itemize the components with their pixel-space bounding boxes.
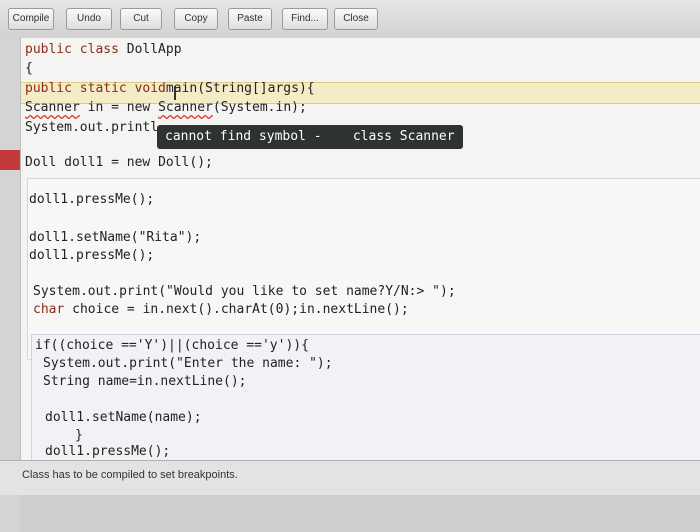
code-text: doll1.setName("Rita");	[29, 230, 202, 245]
code-line-7[interactable]: doll1.pressMe();	[29, 190, 154, 210]
code-line-4[interactable]: Scanner in = new Scanner(System.in);	[25, 98, 307, 118]
code-line-15[interactable]: doll1.setName(name);	[45, 408, 202, 428]
status-text: Class has to be compiled to set breakpoi…	[22, 469, 238, 481]
code-text: Doll	[158, 155, 190, 170]
code-line-5[interactable]: System.out.printl	[25, 118, 158, 138]
find-button[interactable]: Find...	[282, 8, 328, 30]
code-text: String name=in.nextLine();	[43, 374, 247, 389]
code-line-13[interactable]: System.out.print("Enter the name: ");	[43, 354, 333, 374]
code-text: ();	[189, 155, 213, 170]
error-marker[interactable]	[0, 150, 20, 170]
code-line-3[interactable]: public static voidmain(String[]args){	[25, 79, 315, 99]
copy-button[interactable]: Copy	[174, 8, 218, 30]
code-text: }	[75, 428, 83, 443]
paste-button[interactable]: Paste	[228, 8, 272, 30]
code-text: choice = in.next().charAt(0);in.nextLine…	[64, 302, 409, 317]
code-line-2[interactable]: {	[25, 59, 33, 79]
code-text: in = new	[79, 100, 159, 115]
cut-button[interactable]: Cut	[120, 8, 162, 30]
keyword: public static void	[25, 81, 166, 96]
code-text: DollApp	[118, 42, 182, 57]
code-text: System.out.print("Would you like to set …	[33, 284, 456, 299]
code-text: {	[25, 61, 33, 76]
code-text: doll1.pressMe();	[29, 192, 155, 207]
code-line-17[interactable]: doll1.pressMe();	[45, 442, 170, 460]
code-line-10[interactable]: System.out.print("Would you like to set …	[33, 282, 456, 302]
status-bar: Class has to be compiled to set breakpoi…	[0, 460, 700, 495]
code-text: System.out.printl	[25, 120, 159, 135]
code-text: doll1 = new	[56, 155, 159, 170]
code-line-9[interactable]: doll1.pressMe();	[29, 246, 154, 266]
error-token: Scanner	[25, 100, 80, 115]
code-line-14[interactable]: String name=in.nextLine();	[43, 372, 247, 392]
code-editor[interactable]: public class DollApp { public static voi…	[20, 38, 700, 460]
code-line-8[interactable]: doll1.setName("Rita");	[29, 228, 201, 248]
keyword: public class	[25, 42, 119, 57]
code-line-12[interactable]: if((choice =='Y')||(choice =='y')){	[35, 336, 309, 356]
code-line-6[interactable]: Doll doll1 = new Doll();	[25, 153, 213, 173]
code-text: (System.in);	[212, 100, 307, 115]
close-button[interactable]: Close	[334, 8, 378, 30]
error-token: Scanner	[158, 100, 213, 115]
code-text: System.out.print("Enter the name: ");	[43, 356, 333, 371]
code-text: main(String[]args){	[165, 81, 315, 96]
error-tooltip: cannot find symbol - class Scanner	[157, 125, 463, 149]
code-text: doll1.pressMe();	[45, 444, 171, 459]
text-cursor-icon	[174, 86, 176, 100]
toolbar: Compile Undo Cut Copy Paste Find... Clos…	[0, 0, 700, 39]
code-text: doll1.setName(name);	[45, 410, 202, 425]
code-line-11[interactable]: char choice = in.next().charAt(0);in.nex…	[33, 300, 409, 320]
compile-button[interactable]: Compile	[8, 8, 54, 30]
code-line-1[interactable]: public class DollApp	[25, 40, 182, 60]
keyword: char	[33, 302, 65, 317]
undo-button[interactable]: Undo	[66, 8, 112, 30]
code-text: doll1.pressMe();	[29, 248, 155, 263]
code-text: if((choice =='Y')||(choice =='y')){	[35, 338, 309, 353]
line-gutter[interactable]	[0, 38, 20, 532]
code-text: Doll	[25, 155, 57, 170]
